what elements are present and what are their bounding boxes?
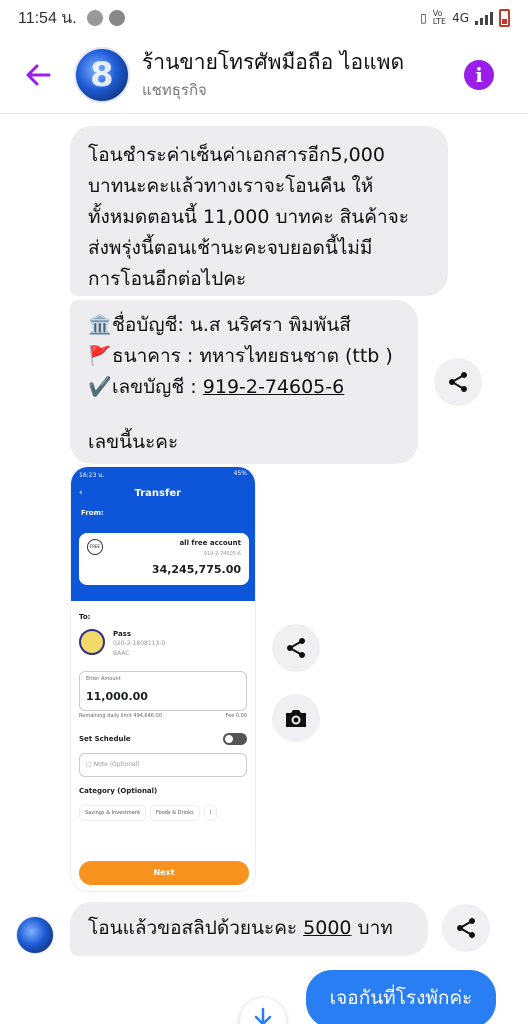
to-account-row: Pass 020-2-1808113-0 BAAC (79, 629, 247, 659)
back-button[interactable] (14, 51, 62, 99)
from-account-name: all free account (179, 539, 241, 547)
message-line: บาทนะคะแล้วทางเราจะโอนคืน ให้ (88, 175, 374, 197)
transfer-header: 16:23 น. 45% ‹ Transfer From: FREE all f… (71, 467, 255, 601)
chat-header: ร้านขายโทรศัพมือถือ ไอแพด แชทธุรกิจ i (0, 36, 528, 114)
own-message-bubble[interactable]: เจอกันที่โรงพักค่ะ (306, 970, 496, 1024)
from-account-logo: FREE (87, 539, 103, 555)
to-label: To: (79, 613, 91, 621)
to-account-info: Pass 020-2-1808113-0 BAAC (113, 629, 165, 659)
network-type: 4G (452, 11, 469, 25)
schedule-row: Set Schedule (79, 733, 247, 745)
limit-text: Remaining daily limit 494,646.00 (79, 713, 162, 719)
arrow-down-icon (254, 1007, 272, 1024)
limit-row: Remaining daily limit 494,646.00 Fee 0.0… (79, 713, 247, 719)
battery-icon (499, 9, 510, 27)
check-mark-icon: ✔️ (88, 376, 112, 398)
amount-value: 11,000.00 (86, 690, 148, 703)
from-label: From: (81, 509, 104, 517)
bank-building-icon: 🏛️ (88, 314, 112, 336)
account-number-line: ✔️เลขบัญชี : 919-2-74605-6 (88, 372, 400, 403)
sender-avatar[interactable] (16, 916, 54, 954)
category-chips: Savings & Investment Foods & Drinks I (79, 805, 247, 821)
line-app-icon (86, 10, 103, 26)
message-bubble-3[interactable]: โอนแล้วขอสลิปด้วยนะคะ 5000 บาท (70, 902, 428, 956)
message-line: ทั้งหมดตอนนี้ 11,000 บาทคะ สินค้าจะ (88, 206, 409, 228)
account-name-text: ชื่อบัญชี: น.ส นริศรา พิมพันสี (112, 314, 351, 336)
next-button-in-image: Next (79, 861, 249, 885)
arrow-left-icon (26, 64, 51, 85)
transfer-nav: ‹ Transfer (71, 481, 255, 505)
chrome-icon (108, 10, 125, 26)
vibrate-icon: ▯ (420, 11, 427, 25)
schedule-toggle (223, 733, 247, 745)
account-number-link[interactable]: 919-2-74605-6 (203, 376, 344, 398)
category-chip: Savings & Investment (79, 805, 146, 821)
avatar[interactable] (74, 46, 130, 103)
transfer-title: Transfer (134, 487, 182, 499)
transfer-status-time: 16:23 น. (79, 472, 105, 479)
amount-label: Enter Amount (86, 676, 121, 682)
scroll-down-button[interactable] (240, 998, 286, 1024)
share-button[interactable] (434, 358, 482, 406)
category-label: Category (Optional) (79, 787, 158, 795)
bank-text: ธนาคาร : ทหารไทยธนชาต (ttb ) (112, 345, 393, 367)
volte-icon: Vo LTE (432, 9, 447, 26)
page-title: ร้านขายโทรศัพมือถือ ไอแพด (142, 49, 405, 74)
from-account-balance: 34,245,775.00 (151, 563, 241, 576)
category-chip: I (203, 805, 218, 821)
status-bar: 11:54 น. ▯ Vo LTE 4G (0, 0, 528, 36)
bank-line: 🚩ธนาคาร : ทหารไทยธนชาต (ttb ) (88, 341, 400, 372)
message-bubble-2[interactable]: 🏛️ชื่อบัญชี: น.ส นริศรา พิมพันสี 🚩ธนาคาร… (70, 300, 418, 464)
status-time: 11:54 น. (18, 9, 77, 27)
baac-logo-icon (79, 629, 105, 655)
category-chip: Foods & Drinks (149, 805, 200, 821)
transfer-screenshot-image[interactable]: 16:23 น. 45% ‹ Transfer From: FREE all f… (70, 466, 256, 892)
account-number-label: เลขบัญชี : (112, 376, 203, 398)
message-line: การโอนอีกต่อไปคะ (88, 268, 247, 290)
note-placeholder: Note (Optional) (93, 761, 140, 768)
transfer-status-bar: 16:23 น. 45% (71, 467, 255, 481)
red-flag-icon: 🚩 (88, 345, 112, 367)
message-line: ส่งพรุ่งนี้ตอนเช้านะคะจบยอดนี้ไม่มี (88, 237, 373, 259)
message-bubble-1[interactable]: โอนชำระค่าเซ็นค่าเอกสารอีก5,000 บาทนะคะแ… (70, 126, 448, 296)
message-text-suffix: บาท (351, 917, 393, 939)
share-icon (457, 918, 475, 938)
share-icon (287, 638, 305, 658)
share-image-button[interactable] (272, 624, 320, 672)
transfer-status-right: 45% (233, 470, 247, 477)
amount-link[interactable]: 5000 (303, 917, 351, 939)
share-icon (449, 372, 467, 392)
message-text-prefix: โอนแล้วขอสลิปด้วยนะคะ (88, 917, 304, 939)
fee-text: Fee 0.00 (225, 713, 247, 719)
amount-box: Enter Amount 11,000.00 (79, 671, 247, 711)
message-footer: เลขนี้นะคะ (88, 431, 179, 453)
title-wrap[interactable]: ร้านขายโทรศัพมือถือ ไอแพด แชทธุรกิจ (142, 48, 464, 102)
status-right: ▯ Vo LTE 4G (420, 9, 510, 27)
camera-button[interactable] (272, 694, 320, 742)
from-account-number: 919-2-74605-6 (203, 551, 241, 557)
schedule-label: Set Schedule (79, 735, 131, 743)
transfer-body: To: Pass 020-2-1808113-0 BAAC Enter Amou… (71, 601, 255, 829)
message-line: โอนชำระค่าเซ็นค่าเอกสารอีก5,000 (88, 144, 385, 166)
info-button[interactable]: i (464, 59, 494, 90)
note-icon: ▢ (86, 761, 94, 768)
to-name: Pass (113, 630, 131, 638)
from-account-card: FREE all free account 919-2-74605-6 34,2… (79, 533, 249, 585)
share-button-2[interactable] (442, 904, 490, 952)
signal-icon (475, 11, 493, 25)
account-name-line: 🏛️ชื่อบัญชี: น.ส นริศรา พิมพันสี (88, 310, 400, 341)
to-bank: BAAC (113, 650, 130, 657)
page-subtitle: แชทธุรกิจ (142, 80, 207, 99)
camera-icon (286, 710, 306, 727)
note-box: ▢ Note (Optional) (79, 753, 247, 777)
to-number: 020-2-1808113-0 (113, 640, 166, 647)
